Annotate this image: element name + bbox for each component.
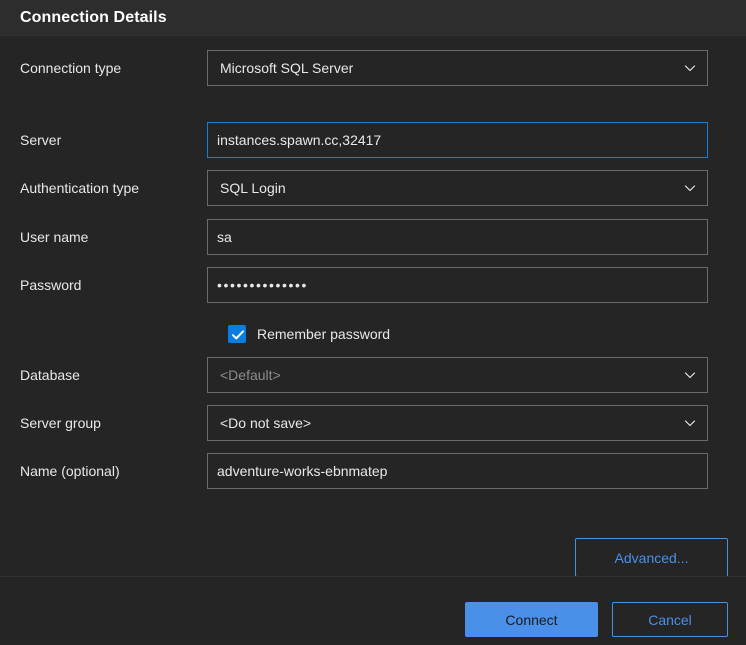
field-row-server-group: Server group <Do not save> <box>0 405 746 441</box>
field-wrap-user-name <box>207 219 708 255</box>
connection-details-dialog: Connection Details Connection type Micro… <box>0 0 746 645</box>
dialog-footer: Connect Cancel <box>0 576 746 645</box>
connect-button[interactable]: Connect <box>465 602 598 637</box>
field-row-server: Server <box>0 122 746 158</box>
field-row-name-optional: Name (optional) <box>0 453 746 489</box>
label-user-name: User name <box>20 229 89 245</box>
page-title: Connection Details <box>20 8 167 26</box>
database-select[interactable]: <Default> <box>207 357 708 393</box>
field-row-database: Database <Default> <box>0 357 746 393</box>
label-server-group: Server group <box>20 415 101 431</box>
connection-type-select[interactable]: Microsoft SQL Server <box>207 50 708 86</box>
authentication-type-select[interactable]: SQL Login <box>207 170 708 206</box>
field-wrap-database: <Default> <box>207 357 708 393</box>
label-database: Database <box>20 367 80 383</box>
server-input[interactable] <box>207 122 708 158</box>
field-wrap-server <box>207 122 708 158</box>
advanced-button[interactable]: Advanced... <box>575 538 728 576</box>
field-wrap-authentication-type: SQL Login <box>207 170 708 206</box>
chevron-down-icon <box>683 368 697 382</box>
field-row-authentication-type: Authentication type SQL Login <box>0 170 746 206</box>
connection-type-value: Microsoft SQL Server <box>220 60 354 76</box>
field-row-connection-type: Connection type Microsoft SQL Server <box>0 50 746 86</box>
password-input[interactable] <box>207 267 708 303</box>
label-server: Server <box>20 132 62 148</box>
dialog-body: Connection type Microsoft SQL Server Ser… <box>0 36 746 576</box>
field-wrap-password <box>207 267 708 303</box>
dialog-header: Connection Details <box>0 0 746 36</box>
chevron-down-icon <box>683 181 697 195</box>
chevron-down-icon <box>683 61 697 75</box>
field-wrap-connection-type: Microsoft SQL Server <box>207 50 708 86</box>
field-row-password: Password <box>0 267 746 303</box>
server-group-value: <Do not save> <box>220 415 312 431</box>
field-wrap-name-optional <box>207 453 708 489</box>
label-password: Password <box>20 277 82 293</box>
field-wrap-server-group: <Do not save> <box>207 405 708 441</box>
field-row-user-name: User name <box>0 219 746 255</box>
user-name-input[interactable] <box>207 219 708 255</box>
remember-password-checkbox[interactable] <box>228 325 246 343</box>
remember-password-row[interactable]: Remember password <box>228 323 390 345</box>
server-group-select[interactable]: <Do not save> <box>207 405 708 441</box>
authentication-type-value: SQL Login <box>220 180 286 196</box>
label-name-optional: Name (optional) <box>20 463 120 479</box>
label-connection-type: Connection type <box>20 60 122 76</box>
cancel-button[interactable]: Cancel <box>612 602 728 637</box>
label-authentication-type: Authentication type <box>20 180 140 196</box>
remember-password-label[interactable]: Remember password <box>257 326 390 342</box>
name-optional-input[interactable] <box>207 453 708 489</box>
chevron-down-icon <box>683 416 697 430</box>
database-value: <Default> <box>220 367 281 383</box>
